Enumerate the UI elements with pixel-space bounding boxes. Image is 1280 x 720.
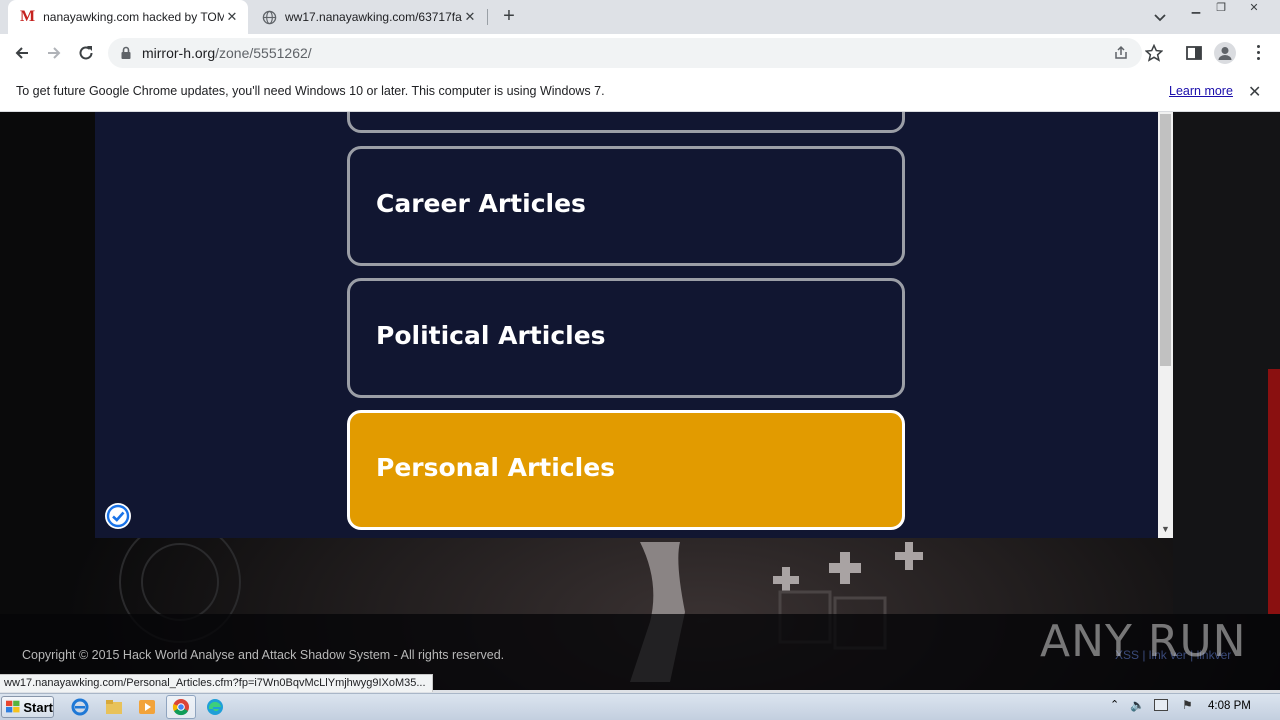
card-label: Personal Articles xyxy=(376,453,616,482)
close-tab-icon[interactable]: ✕ xyxy=(462,9,478,25)
anyrun-watermark: ANY RUN xyxy=(1040,616,1247,667)
forward-button[interactable] xyxy=(42,41,66,65)
arrow-right-icon xyxy=(48,47,61,59)
back-button[interactable] xyxy=(10,41,34,65)
edge-icon[interactable] xyxy=(205,697,225,717)
verified-badge[interactable] xyxy=(105,503,131,529)
learn-more-link[interactable]: Learn more xyxy=(1169,84,1233,98)
toolbar: mirror-h.org/zone/5551262/ xyxy=(0,34,1280,72)
reload-icon xyxy=(79,46,93,60)
card-label: Political Articles xyxy=(376,321,606,350)
close-tab-icon[interactable]: ✕ xyxy=(224,9,240,25)
chrome-icon xyxy=(172,699,189,716)
page-scrollbar[interactable]: ▼ xyxy=(1158,112,1173,538)
network-icon[interactable] xyxy=(1154,699,1168,711)
bookmark-star-icon[interactable] xyxy=(1145,44,1163,62)
tab-strip: M nanayawking.com hacked by TOMOD ✕ ww17… xyxy=(0,0,1280,34)
scrollbar-thumb[interactable] xyxy=(1160,114,1171,366)
close-icon[interactable]: ✕ xyxy=(1248,82,1261,102)
start-button[interactable]: Start xyxy=(1,696,54,718)
personal-articles-card[interactable]: Personal Articles xyxy=(347,410,905,530)
copyright-text: Copyright © 2015 Hack World Analyse and … xyxy=(22,648,505,662)
url-path: /zone/5551262/ xyxy=(215,45,312,61)
tab-title: nanayawking.com hacked by TOMOD xyxy=(43,10,224,24)
share-icon[interactable] xyxy=(1113,45,1129,61)
career-articles-card[interactable]: Career Articles xyxy=(347,146,905,266)
scroll-down-icon[interactable]: ▼ xyxy=(1161,524,1170,534)
tab-inactive[interactable]: ww17.nanayawking.com/63717fa25 ✕ xyxy=(250,0,486,34)
infobar-message: To get future Google Chrome updates, you… xyxy=(16,84,605,98)
tray-expand-icon[interactable]: ⌃ xyxy=(1110,698,1119,711)
political-articles-card[interactable]: Political Articles xyxy=(347,278,905,398)
chevron-down-icon[interactable] xyxy=(1150,7,1170,27)
update-infobar: To get future Google Chrome updates, you… xyxy=(0,72,1280,112)
volume-icon[interactable]: 🔈 xyxy=(1130,698,1145,712)
globe-icon xyxy=(262,10,277,24)
tab-active[interactable]: M nanayawking.com hacked by TOMOD ✕ xyxy=(8,0,248,34)
tab-title: ww17.nanayawking.com/63717fa25 xyxy=(285,10,462,24)
side-panel-icon[interactable] xyxy=(1185,44,1203,62)
menu-kebab-icon[interactable] xyxy=(1255,44,1261,62)
windows-logo-icon xyxy=(6,700,20,713)
arrow-left-icon xyxy=(15,47,28,59)
lock-icon xyxy=(121,46,131,59)
web-page: Career Articles Political Articles Perso… xyxy=(0,112,1280,690)
action-center-flag-icon[interactable]: ⚑ xyxy=(1182,698,1193,712)
internet-explorer-icon[interactable] xyxy=(70,697,90,717)
person-icon xyxy=(1218,47,1232,60)
start-label: Start xyxy=(23,699,53,715)
article-card-partial[interactable] xyxy=(347,112,905,133)
url-host: mirror-h.org xyxy=(142,45,216,61)
restore-icon[interactable]: ❐ xyxy=(1210,1,1232,15)
close-window-icon[interactable]: ✕ xyxy=(1243,1,1265,15)
profile-avatar[interactable] xyxy=(1214,42,1236,64)
card-label: Career Articles xyxy=(376,189,586,218)
status-bubble: ww17.nanayawking.com/Personal_Articles.c… xyxy=(0,674,433,692)
media-player-icon[interactable] xyxy=(137,697,157,717)
reload-button[interactable] xyxy=(74,41,98,65)
clock[interactable]: 4:08 PM xyxy=(1208,700,1251,712)
url-text: mirror-h.org/zone/5551262/ xyxy=(142,45,312,61)
m-logo-icon: M xyxy=(20,8,36,25)
windows-taskbar: Start ⌃ 🔈 ⚑ 4:08 PM xyxy=(0,693,1280,720)
check-circle-icon xyxy=(106,504,130,528)
file-explorer-icon[interactable] xyxy=(104,697,124,717)
new-tab-button[interactable]: + xyxy=(498,5,520,27)
tab-separator xyxy=(487,9,488,25)
address-bar[interactable]: mirror-h.org/zone/5551262/ xyxy=(108,38,1142,68)
minimize-icon[interactable]: ▁ xyxy=(1185,1,1207,15)
